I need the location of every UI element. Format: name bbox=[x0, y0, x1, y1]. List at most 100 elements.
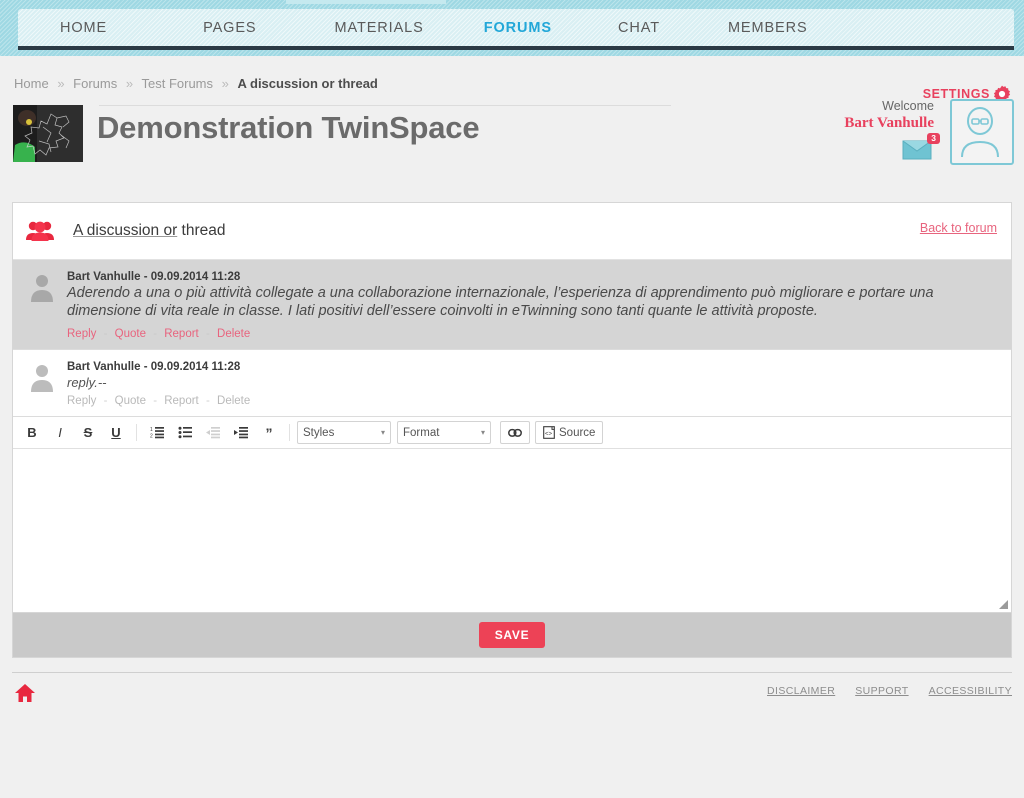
post-meta: Bart Vanhulle - 09.09.2014 11:28 bbox=[67, 271, 997, 283]
breadcrumb-separator: » bbox=[125, 76, 134, 91]
nav-item-home[interactable]: HOME bbox=[60, 20, 107, 36]
welcome-block: Welcome Bart Vanhulle bbox=[754, 99, 934, 132]
indent-button[interactable] bbox=[228, 423, 254, 443]
numbered-list-icon: 1 2 bbox=[150, 427, 164, 440]
post-timestamp: 09.09.2014 11:28 bbox=[150, 360, 241, 373]
action-separator: - bbox=[153, 395, 158, 408]
numbered-list-button[interactable]: 1 2 bbox=[144, 423, 170, 443]
svg-text:<>: <> bbox=[545, 432, 553, 438]
post-reply-link[interactable]: Reply bbox=[67, 328, 96, 340]
welcome-label: Welcome bbox=[882, 99, 934, 113]
topbar-notch bbox=[286, 0, 446, 4]
bulleted-list-icon bbox=[178, 426, 192, 439]
italic-label: I bbox=[58, 425, 62, 441]
post-actions: Reply - Quote - Report - Delete bbox=[67, 395, 997, 407]
footer-link-support[interactable]: SUPPORT bbox=[855, 685, 908, 697]
post-meta-separator: - bbox=[143, 360, 148, 373]
indent-icon bbox=[234, 427, 248, 439]
breadcrumb-item-test-forums[interactable]: Test Forums bbox=[141, 76, 213, 91]
source-button[interactable]: <> Source bbox=[535, 421, 604, 445]
action-separator: - bbox=[205, 327, 210, 340]
nav-item-members[interactable]: MEMBERS bbox=[728, 20, 808, 36]
bold-label: B bbox=[27, 425, 37, 441]
messages-button[interactable]: 3 bbox=[902, 133, 940, 164]
post-reply-link[interactable]: Reply bbox=[67, 395, 96, 407]
action-separator: - bbox=[103, 395, 108, 408]
footer-links: DISCLAIMER SUPPORT ACCESSIBILITY bbox=[767, 685, 1012, 697]
thread-title-rest: thread bbox=[177, 222, 226, 239]
post-avatar-icon bbox=[31, 275, 53, 302]
format-dropdown[interactable]: Format ▾ bbox=[397, 421, 491, 445]
format-dropdown-label: Format bbox=[403, 426, 440, 439]
post-author: Bart Vanhulle bbox=[67, 271, 141, 283]
home-button[interactable] bbox=[14, 683, 36, 708]
blockquote-button[interactable]: ” bbox=[256, 423, 282, 443]
post-report-link[interactable]: Report bbox=[164, 395, 199, 407]
post-actions: Reply - Quote - Report - Delete bbox=[67, 328, 997, 340]
post-avatar-icon bbox=[31, 364, 53, 392]
breadcrumb-separator: » bbox=[221, 76, 229, 91]
breadcrumb-item-forums[interactable]: Forums bbox=[73, 76, 117, 91]
user-name: Bart Vanhulle bbox=[844, 115, 934, 131]
post-body: reply.-- bbox=[67, 374, 107, 390]
outdent-button[interactable] bbox=[200, 423, 226, 443]
styles-dropdown[interactable]: Styles ▾ bbox=[297, 421, 391, 445]
post-delete-link[interactable]: Delete bbox=[217, 395, 250, 407]
nav-item-forums[interactable]: FORUMS bbox=[484, 20, 552, 36]
svg-text:1: 1 bbox=[150, 427, 153, 433]
editor-content-area[interactable] bbox=[13, 449, 1011, 614]
insert-link-button[interactable] bbox=[500, 421, 530, 445]
action-separator: - bbox=[103, 327, 108, 340]
avatar[interactable] bbox=[950, 99, 1014, 165]
group-users-icon bbox=[26, 221, 54, 241]
thread-header: A discussion or thread Back to forum bbox=[13, 203, 1011, 260]
editor-toolbar: B I S U 1 2 ” Styles ▾ Format ▾ <> Sourc… bbox=[13, 417, 1011, 450]
underline-label: U bbox=[111, 425, 121, 441]
post-meta-separator: - bbox=[143, 271, 148, 283]
twinspace-thumbnail bbox=[13, 105, 83, 162]
post-item: Bart Vanhulle - 09.09.2014 11:28 Aderend… bbox=[13, 260, 1011, 350]
post-delete-link[interactable]: Delete bbox=[217, 328, 250, 340]
back-to-forum-link[interactable]: Back to forum bbox=[920, 221, 997, 235]
footer-link-disclaimer[interactable]: DISCLAIMER bbox=[767, 685, 835, 697]
styles-dropdown-label: Styles bbox=[303, 426, 335, 439]
user-avatar-icon bbox=[961, 107, 999, 158]
message-count-badge: 3 bbox=[927, 133, 940, 145]
post-author: Bart Vanhulle bbox=[67, 360, 141, 373]
save-button[interactable]: SAVE bbox=[478, 622, 546, 649]
rich-text-editor: B I S U 1 2 ” Styles ▾ Format ▾ <> Sourc… bbox=[13, 417, 1011, 658]
breadcrumb-current: A discussion or thread bbox=[237, 76, 378, 91]
toolbar-divider bbox=[136, 424, 137, 442]
underline-button[interactable]: U bbox=[103, 423, 129, 443]
thread-panel: A discussion or thread Back to forum Bar… bbox=[12, 202, 1012, 659]
post-timestamp: 09.09.2014 11:28 bbox=[150, 271, 241, 283]
breadcrumb: Home » Forums » Test Forums » A discussi… bbox=[0, 56, 1024, 91]
post-body: Aderendo a una o più attività collegate … bbox=[67, 285, 934, 319]
blockquote-label: ” bbox=[265, 424, 273, 441]
breadcrumb-separator: » bbox=[57, 76, 65, 91]
chevron-down-icon: ▾ bbox=[380, 428, 385, 438]
post-report-link[interactable]: Report bbox=[164, 328, 199, 340]
chevron-down-icon: ▾ bbox=[480, 428, 485, 438]
space-header: Demonstration TwinSpace Welcome Bart Van… bbox=[0, 96, 1024, 188]
page-footer: DISCLAIMER SUPPORT ACCESSIBILITY bbox=[12, 672, 1012, 719]
footer-link-accessibility[interactable]: ACCESSIBILITY bbox=[929, 685, 1012, 697]
editor-footer: SAVE bbox=[13, 613, 1011, 658]
source-page-icon: <> bbox=[543, 426, 555, 439]
post-quote-link[interactable]: Quote bbox=[115, 328, 146, 340]
svg-text:2: 2 bbox=[150, 434, 153, 440]
post-quote-link[interactable]: Quote bbox=[115, 395, 146, 407]
editor-resize-handle[interactable] bbox=[999, 600, 1008, 610]
bold-button[interactable]: B bbox=[19, 423, 45, 443]
nav-underline-rule bbox=[18, 46, 1014, 50]
nav-item-materials[interactable]: MATERIALS bbox=[335, 20, 424, 36]
italic-button[interactable]: I bbox=[47, 423, 73, 443]
nav-item-chat[interactable]: CHAT bbox=[618, 20, 660, 36]
nav-item-pages[interactable]: PAGES bbox=[203, 20, 256, 36]
bulleted-list-button[interactable] bbox=[172, 423, 198, 443]
main-nav: HOME PAGES MATERIALS FORUMS CHAT MEMBERS bbox=[18, 9, 1014, 47]
top-navigation-bar: HOME PAGES MATERIALS FORUMS CHAT MEMBERS bbox=[0, 0, 1024, 56]
breadcrumb-item-home[interactable]: Home bbox=[14, 76, 49, 91]
strikethrough-button[interactable]: S bbox=[75, 423, 101, 443]
post-meta: Bart Vanhulle - 09.09.2014 11:28 bbox=[67, 361, 997, 373]
